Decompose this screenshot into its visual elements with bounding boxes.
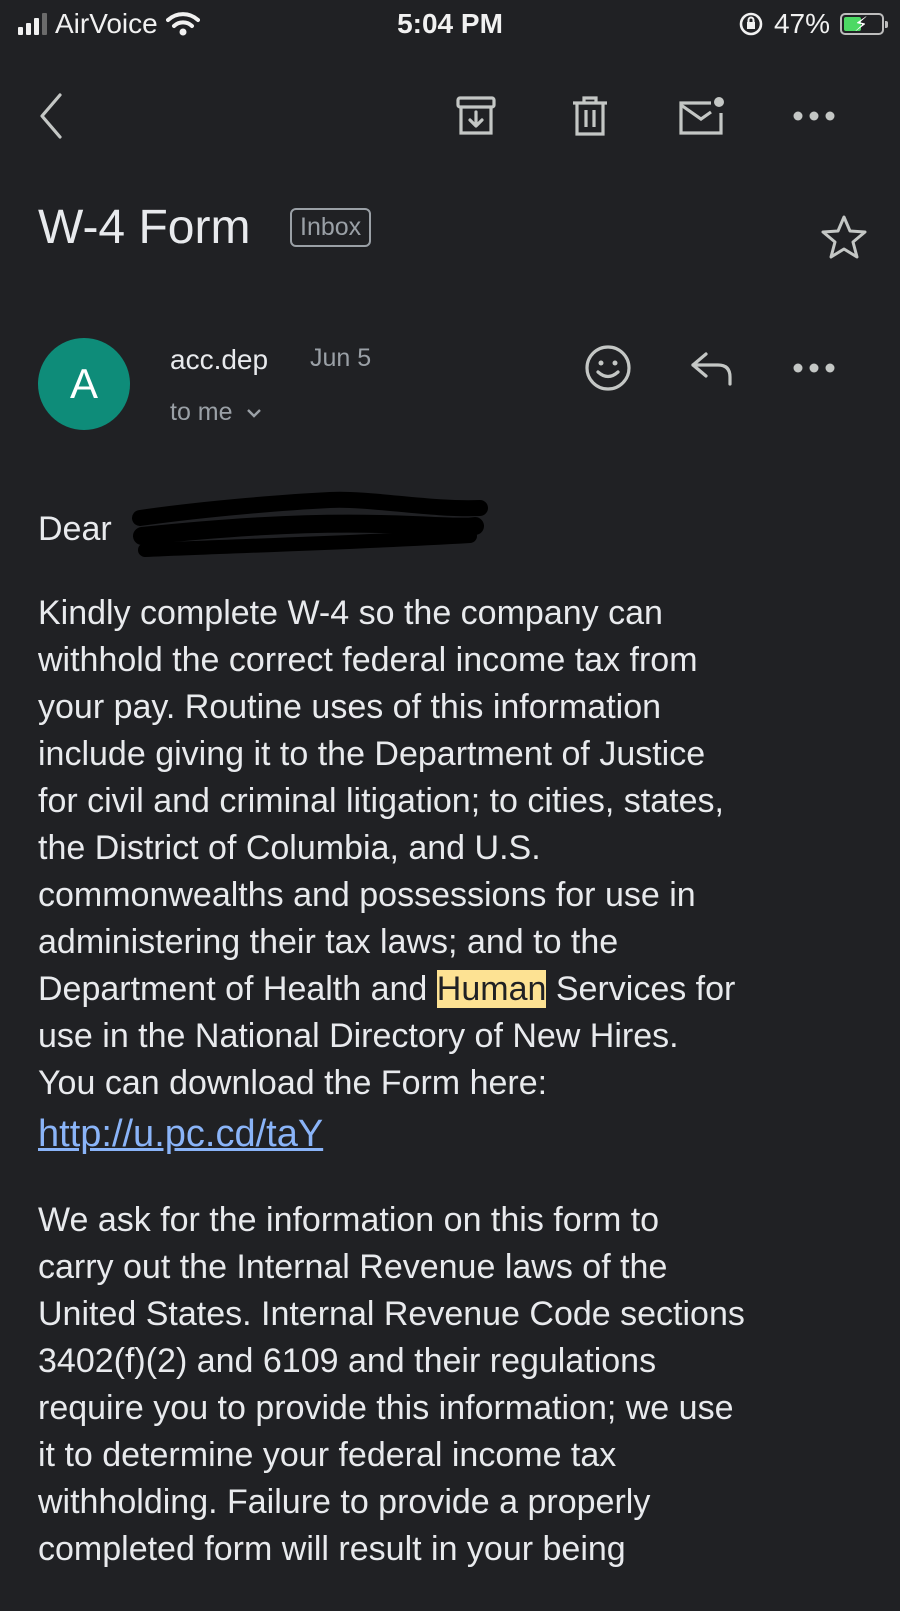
- recipient-line: to me: [170, 398, 233, 426]
- status-bar: AirVoice 5:04 PM 47% ⚡: [0, 0, 900, 50]
- search-highlight: Human: [436, 970, 547, 1008]
- body-line: require you to provide this information;…: [38, 1389, 734, 1427]
- body-line: We ask for the information on this form …: [38, 1201, 660, 1239]
- back-arrow-icon: [40, 93, 62, 139]
- star-icon: [821, 215, 867, 259]
- body-line: United States. Internal Revenue Code sec…: [38, 1295, 745, 1333]
- body-line: it to determine your federal income tax: [38, 1436, 617, 1474]
- email-toolbar: [0, 80, 900, 150]
- body-line: completed form will result in your being: [38, 1530, 626, 1568]
- add-reaction-button[interactable]: [580, 340, 636, 396]
- body-line: use in the National Directory of New Hir…: [38, 1017, 679, 1055]
- body-paragraph-1: Kindly complete W-4 so the company can w…: [38, 590, 868, 1159]
- body-line-highlight: Department of Health and Human Services …: [38, 966, 868, 1013]
- trash-icon: [573, 96, 607, 136]
- email-subject: W-4 Form: [38, 201, 251, 254]
- body-line: administering their tax laws; and to the: [38, 923, 619, 961]
- status-right-group: 47% ⚡: [738, 8, 888, 40]
- greeting: Dear: [38, 510, 112, 548]
- greeting-line: Dear: [38, 491, 868, 557]
- subject-row: W-4 Form Inbox: [38, 200, 868, 270]
- mail-unread-icon: [679, 97, 724, 135]
- body-line: 3402(f)(2) and 6109 and their regulation…: [38, 1342, 657, 1380]
- sender-row: A acc.dep Jun 5 to me: [38, 338, 858, 438]
- redaction-scribble: [132, 491, 488, 557]
- sender-name[interactable]: acc.dep: [170, 344, 268, 376]
- reply-icon: [691, 352, 732, 386]
- download-link[interactable]: http://u.pc.cd/taY: [38, 1111, 323, 1158]
- recipient-details-toggle[interactable]: to me: [170, 398, 263, 427]
- body-line: carry out the Internal Revenue laws of t…: [38, 1248, 668, 1286]
- archive-icon: [456, 96, 496, 135]
- delete-button[interactable]: [562, 88, 618, 144]
- email-body: Dear Kindly complete W-4 so the company …: [38, 491, 868, 1611]
- body-text: Services for: [546, 970, 736, 1008]
- body-line: withholding. Failure to provide a proper…: [38, 1483, 651, 1521]
- emoji-smile-icon: [585, 345, 631, 391]
- body-line: Kindly complete W-4 so the company can: [38, 594, 663, 632]
- archive-button[interactable]: [448, 88, 504, 144]
- body-text: Department of Health and: [38, 970, 437, 1008]
- star-button[interactable]: [820, 214, 868, 265]
- body-line: commonwealths and possessions for use in: [38, 876, 696, 914]
- body-line: for civil and criminal litigation; to ci…: [38, 782, 724, 820]
- more-horizontal-icon: [793, 363, 835, 373]
- battery-icon: ⚡: [840, 13, 888, 36]
- body-line: withhold the correct federal income tax …: [38, 641, 698, 679]
- body-line: You can download the Form here:: [38, 1064, 548, 1102]
- body-line: include giving it to the Department of J…: [38, 735, 706, 773]
- back-button[interactable]: [24, 88, 80, 144]
- charging-bolt-icon: ⚡: [854, 14, 869, 36]
- body-line: the District of Columbia, and U.S.: [38, 829, 541, 867]
- body-paragraph-2: We ask for the information on this form …: [38, 1197, 868, 1573]
- reply-button[interactable]: [684, 340, 740, 396]
- more-options-button[interactable]: [786, 88, 842, 144]
- mark-unread-button[interactable]: [674, 88, 730, 144]
- sender-avatar[interactable]: A: [38, 338, 130, 430]
- orientation-lock-icon: [739, 12, 763, 36]
- email-date: Jun 5: [310, 344, 372, 372]
- battery-percent: 47%: [773, 8, 830, 39]
- body-line: your pay. Routine uses of this informati…: [38, 688, 662, 726]
- inbox-label-chip[interactable]: Inbox: [290, 208, 372, 247]
- more-horizontal-icon: [793, 111, 835, 121]
- chevron-down-icon: [247, 409, 262, 419]
- message-more-button[interactable]: [786, 340, 842, 396]
